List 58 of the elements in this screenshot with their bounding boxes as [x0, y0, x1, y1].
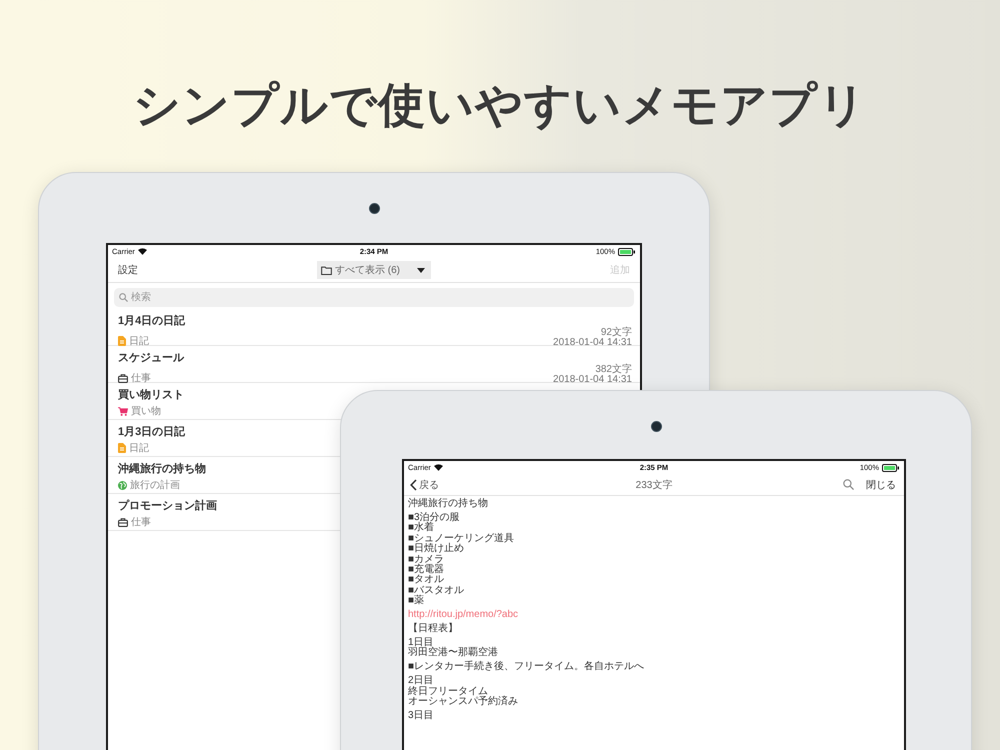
- camera-icon: [651, 421, 662, 432]
- globe-icon: [118, 480, 127, 490]
- character-count: 92文字: [600, 328, 632, 338]
- memo-line: ■日焼け止め: [408, 544, 466, 555]
- category-label: 仕事: [131, 516, 151, 529]
- category-label: 日記: [129, 442, 149, 455]
- memo-line: ■水着: [408, 523, 436, 534]
- memo-title: 買い物リスト: [118, 388, 184, 402]
- memo-line: 【日程表】: [408, 624, 459, 634]
- memo-line: ■カメラ: [408, 554, 446, 565]
- back-button[interactable]: 戻る: [410, 478, 439, 492]
- memo-line: ■タオル: [408, 575, 446, 586]
- search-icon: [119, 293, 128, 302]
- chevron-left-icon: [410, 478, 417, 490]
- category-label: 日記: [129, 334, 149, 348]
- memo-line: 2日目: [408, 676, 435, 686]
- search-field[interactable]: 検索: [114, 288, 634, 307]
- close-button[interactable]: 閉じる: [866, 478, 896, 492]
- folder-icon: [321, 266, 332, 274]
- category-label: 買い物: [131, 405, 161, 418]
- memo-line: 羽田空港〜那覇空港: [408, 648, 499, 659]
- memo-title: 1月3日の日記: [118, 424, 186, 439]
- memo-line: ■レンタカー手続き後、フリータイム。各自ホテルへ: [408, 662, 646, 673]
- camera-icon: [369, 203, 380, 214]
- wifi-icon: [434, 464, 443, 471]
- memo-title: 沖縄旅行の持ち物: [118, 462, 206, 476]
- headline: シンプルで使いやすいメモアプリ: [132, 77, 868, 133]
- battery-icon: [882, 464, 900, 472]
- memo-line: ■シュノーケリング道具: [408, 534, 516, 544]
- memo-line: 終日フリータイム: [408, 686, 488, 696]
- document-icon: [118, 336, 126, 346]
- category-label: 仕事: [131, 372, 151, 385]
- character-count: 233文字: [636, 478, 672, 492]
- briefcase-icon: [118, 518, 128, 526]
- memo-line: 沖縄旅行の持ち物: [408, 499, 489, 510]
- memo-line: ■薬: [408, 596, 426, 607]
- memo-line: オーシャンスパ予約済み: [408, 696, 519, 708]
- character-count: 382文字: [595, 365, 632, 375]
- wifi-icon: [138, 248, 147, 255]
- caret-icon: [417, 268, 425, 272]
- memo-line: ■3泊分の服: [408, 512, 461, 523]
- category-label: 旅行の計画: [130, 478, 180, 492]
- memo-title: 1月4日の日記: [118, 314, 186, 328]
- folder-dropdown[interactable]: すべて表示 (6): [317, 261, 431, 279]
- settings-button[interactable]: 設定: [118, 263, 138, 277]
- search-icon[interactable]: [843, 479, 854, 490]
- memo-line: 3日目: [408, 710, 435, 722]
- memo-line: ■充電器: [408, 564, 446, 575]
- memo-line: ■バスタオル: [408, 586, 466, 596]
- memo-date: 2018-01-04 14:31: [553, 375, 632, 385]
- briefcase-icon: [118, 374, 128, 382]
- memo-date: 2018-01-04 14:31: [553, 338, 632, 348]
- memo-title: プロモーション計画: [118, 498, 217, 513]
- document-icon: [118, 443, 126, 453]
- memo-title: スケジュール: [118, 351, 184, 365]
- memo-line: 1日目: [408, 638, 434, 648]
- cart-icon: [118, 406, 128, 416]
- battery-icon: [618, 248, 636, 256]
